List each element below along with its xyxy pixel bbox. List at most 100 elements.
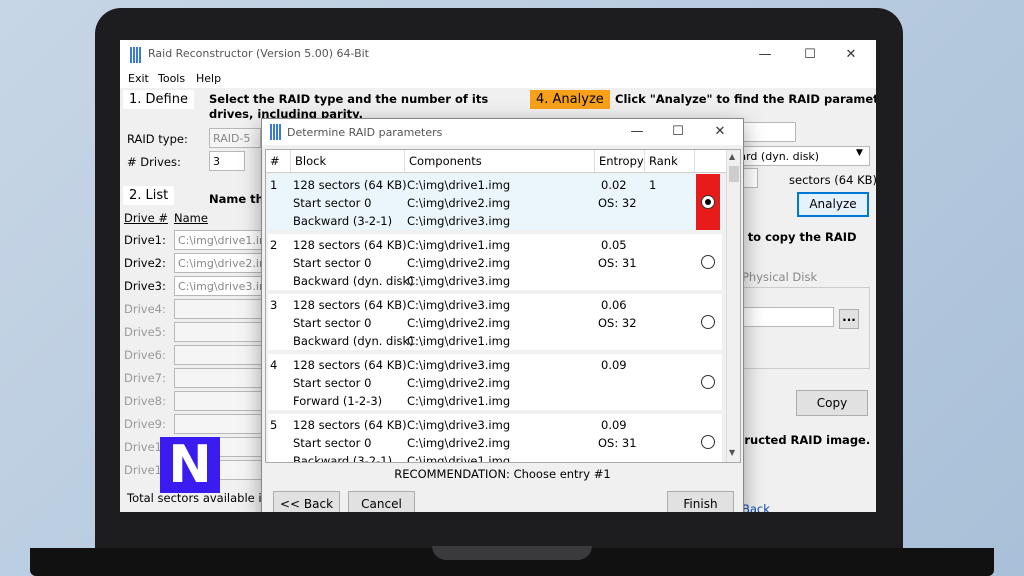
menu-tools[interactable]: Tools	[158, 72, 185, 85]
entry-rotation: Backward (3-2-1)	[293, 454, 393, 463]
scroll-thumb[interactable]	[729, 166, 739, 182]
drive-path-input[interactable]	[174, 299, 264, 319]
entry-radio[interactable]	[701, 435, 715, 449]
entry-rank: 1	[649, 178, 657, 192]
entry-radio[interactable]	[701, 195, 715, 209]
results-list[interactable]: # Block size/Rotation Components Entropy…	[265, 149, 741, 463]
drive-path-input[interactable]: C:\img\drive1.in	[174, 230, 264, 250]
raid-type-select[interactable]: RAID-5	[209, 128, 261, 148]
physical-disk-label: Physical Disk	[742, 270, 818, 284]
result-entry[interactable]: 3 128 sectors (64 KB) Start sector 0 Backwa…	[268, 294, 722, 350]
determine-raid-dialog: Determine RAID parameters — ☐ ✕ # Block …	[261, 118, 744, 512]
entry-component: C:\img\drive3.img	[407, 418, 511, 432]
menubar: Exit Tools Help	[120, 70, 876, 88]
dialog-minimize-icon[interactable]: —	[622, 122, 652, 142]
drive-label: Drive6:	[124, 348, 166, 362]
recommendation-text: RECOMMENDATION: Choose entry #1	[394, 467, 611, 481]
drive-label: Drive4:	[124, 302, 166, 316]
analyze-instructions: Click "Analyze" to find the RAID paramet…	[615, 92, 876, 106]
n-logo: N	[160, 437, 220, 493]
entry-start-sector: Start sector 0	[293, 436, 372, 450]
entry-radio[interactable]	[701, 255, 715, 269]
drive-label: Drive8:	[124, 394, 166, 408]
drive-path-input[interactable]	[174, 414, 264, 434]
drive-label: Drive3:	[124, 279, 166, 293]
dialog-titlebar: Determine RAID parameters — ☐ ✕	[262, 119, 743, 145]
entry-number: 4	[270, 358, 278, 372]
chevron-down-icon[interactable]: ▼	[856, 148, 863, 158]
scroll-down-icon[interactable]: ▼	[729, 448, 735, 457]
output-path-input[interactable]	[730, 307, 834, 327]
drive-label: Drive5:	[124, 325, 166, 339]
close-icon[interactable]: ✕	[836, 45, 866, 65]
entry-component: C:\img\drive2.img	[407, 376, 511, 390]
entry-start-sector: Start sector 0	[293, 196, 372, 210]
menu-help[interactable]: Help	[196, 72, 221, 85]
entry-component: C:\img\drive1.img	[407, 454, 511, 463]
entry-component: C:\img\drive2.img	[407, 256, 511, 270]
entry-block-size: 128 sectors (64 KB)	[293, 298, 407, 312]
menu-exit[interactable]: Exit	[128, 72, 149, 85]
drive-path-input[interactable]	[174, 322, 264, 342]
drive-label: Drive9:	[124, 417, 166, 431]
minimize-icon[interactable]: —	[750, 45, 780, 65]
step-list: 2. List	[123, 186, 175, 205]
scroll-up-icon[interactable]: ▲	[729, 152, 735, 161]
result-entry[interactable]: 2 128 sectors (64 KB) Start sector 0 Backwa…	[268, 234, 722, 290]
step-analyze: 4. Analyze	[530, 90, 610, 109]
col-components[interactable]: Components	[405, 150, 595, 172]
drives-count-input[interactable]: 3	[209, 151, 245, 171]
entry-component: C:\img\drive3.img	[407, 358, 511, 372]
entry-entropy: 0.09	[601, 358, 627, 372]
name-col-header: Name	[174, 211, 208, 225]
drive-col-header: Drive #	[124, 211, 168, 225]
entry-component: C:\img\drive1.img	[407, 334, 511, 348]
browse-button[interactable]: ...	[839, 309, 859, 329]
entry-block-size: 128 sectors (64 KB)	[293, 238, 407, 252]
entry-component: C:\img\drive3.img	[407, 274, 511, 288]
drive-path-input[interactable]: C:\img\drive3.in	[174, 276, 264, 296]
finish-button[interactable]: Finish	[667, 491, 734, 512]
window-title: Raid Reconstructor (Version 5.00) 64-Bit	[148, 47, 369, 60]
copy-button[interactable]: Copy	[796, 390, 868, 416]
drive-path-input[interactable]	[174, 391, 264, 411]
entry-component: C:\img\drive3.img	[407, 298, 511, 312]
dialog-title: Determine RAID parameters	[287, 126, 443, 139]
entry-radio[interactable]	[701, 315, 715, 329]
entry-component: C:\img\drive1.img	[407, 238, 511, 252]
entry-radio[interactable]	[701, 375, 715, 389]
maximize-icon[interactable]: ☐	[795, 45, 825, 65]
entry-start-sector: Start sector 0	[293, 316, 372, 330]
col-num[interactable]: #	[266, 150, 291, 172]
drive-path-input[interactable]: C:\img\drive2.in	[174, 253, 264, 273]
entry-entropy: 0.09	[601, 418, 627, 432]
entry-rotation: Forward (1-2-3)	[293, 394, 383, 408]
entry-number: 3	[270, 298, 278, 312]
entry-os: OS: 31	[598, 256, 637, 270]
drive-path-input[interactable]	[174, 345, 264, 365]
dialog-close-icon[interactable]: ✕	[705, 122, 735, 142]
step-define: 1. Define	[123, 90, 194, 109]
col-entropy[interactable]: Entropy	[595, 150, 645, 172]
analyze-button[interactable]: Analyze	[797, 192, 869, 217]
back-button[interactable]: << Back	[273, 491, 340, 512]
entry-start-sector: Start sector 0	[293, 376, 372, 390]
drive-path-input[interactable]	[174, 368, 264, 388]
window-titlebar: Raid Reconstructor (Version 5.00) 64-Bit…	[120, 40, 876, 70]
entry-block-size: 128 sectors (64 KB)	[293, 418, 407, 432]
scrollbar[interactable]: ▲ ▼	[726, 150, 740, 462]
entry-block-size: 128 sectors (64 KB)	[293, 178, 407, 192]
col-block[interactable]: Block size/Rotation	[291, 150, 405, 190]
result-entry[interactable]: 5 128 sectors (64 KB) Start sector 0 Backwa…	[268, 414, 722, 463]
entry-component: C:\img\drive2.img	[407, 316, 511, 330]
entry-entropy: 0.05	[601, 238, 627, 252]
sectors-label: sectors (64 KB)	[789, 173, 876, 187]
result-entry[interactable]: 1 128 sectors (64 KB) Start sector 0 Backwa…	[268, 174, 722, 230]
entry-os: OS: 32	[598, 196, 637, 210]
entry-number: 5	[270, 418, 278, 432]
back-link[interactable]: Back	[742, 502, 770, 512]
result-entry[interactable]: 4 128 sectors (64 KB) Start sector 0 Forwar…	[268, 354, 722, 410]
col-rank[interactable]: Rank	[645, 150, 695, 172]
cancel-button[interactable]: Cancel	[348, 491, 415, 512]
dialog-maximize-icon[interactable]: ☐	[663, 122, 693, 142]
